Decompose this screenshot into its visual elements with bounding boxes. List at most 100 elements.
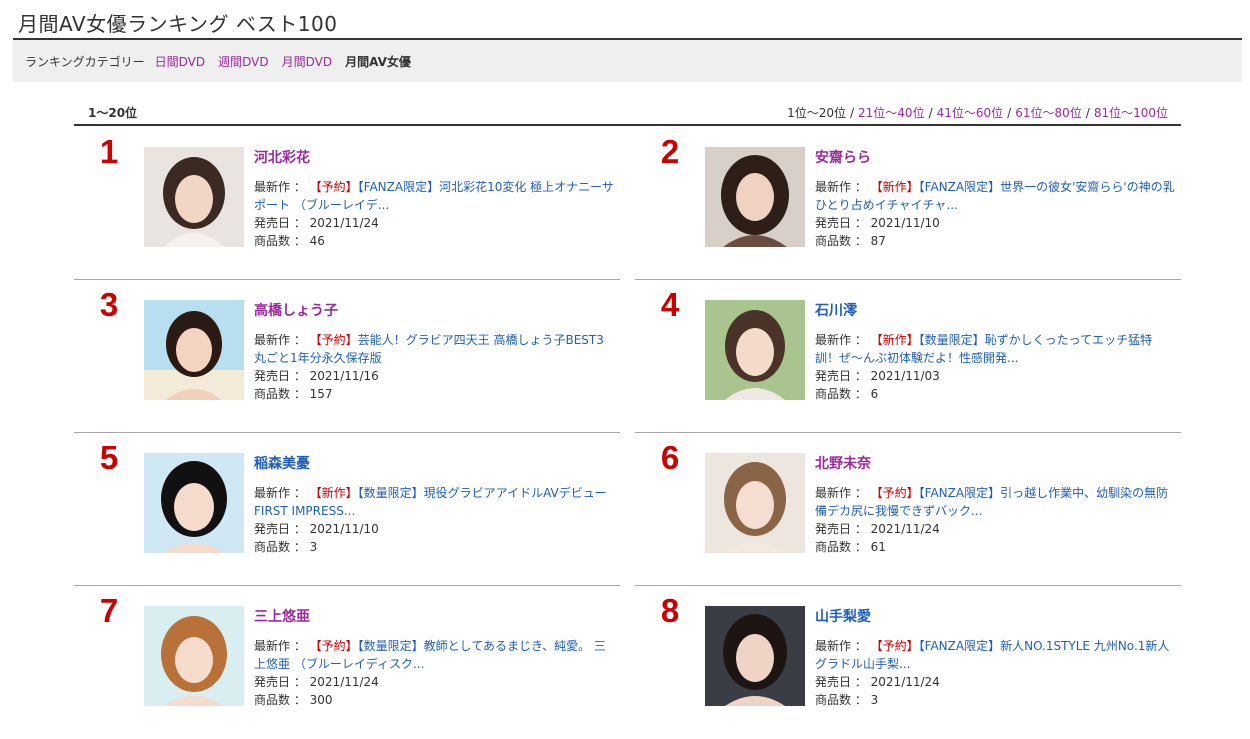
- pager-link-21-40[interactable]: 21位～40位: [858, 106, 925, 120]
- actress-photo[interactable]: [705, 606, 805, 706]
- pager-separator: /: [849, 106, 855, 120]
- pager-separator: /: [1007, 106, 1012, 120]
- item-count-label: 商品数 ：: [254, 693, 306, 707]
- category-current: 月間AV女優: [345, 54, 411, 69]
- release-date: 2021/11/16: [309, 369, 379, 383]
- category-bar: ランキングカテゴリー 日間DVD 週間DVD 月間DVD 月間AV女優: [13, 38, 1242, 82]
- actress-portrait-icon: [705, 147, 805, 247]
- actress-photo[interactable]: [144, 606, 244, 706]
- rank-number: 1: [99, 133, 119, 170]
- actress-name[interactable]: 河北彩花: [254, 149, 614, 167]
- rank-number: 8: [660, 592, 680, 629]
- latest-work-link[interactable]: 【FANZA限定】新人NO.1STYLE 九州No.1新人グラドル山手梨...: [815, 639, 1169, 671]
- latest-label: 最新作 ：: [254, 180, 306, 194]
- status-tag: 【新作】: [309, 486, 358, 500]
- item-count-label: 商品数 ：: [815, 693, 867, 707]
- latest-work-link[interactable]: 芸能人！グラビア四天王 高橋しょう子BEST3丸ごと1年分永久保存版: [254, 333, 604, 365]
- latest-label: 最新作 ：: [254, 486, 306, 500]
- latest-work-link[interactable]: 【FANZA限定】引っ越し作業中、幼馴染の無防備デカ尻に我慢できずバック...: [815, 486, 1168, 518]
- ranking-item: 8 山手梨愛 最新作 ： 【予約】【FANZA限定】新人NO.1STYLE 九州…: [635, 586, 1181, 739]
- pager-link-61-80[interactable]: 61位～80位: [1015, 106, 1082, 120]
- release-date-label: 発売日 ：: [815, 369, 867, 383]
- item-count: 61: [870, 540, 886, 554]
- latest-work-link[interactable]: 【FANZA限定】世界一の彼女'安齋らら'の神の乳ひとり占めイチャイチャ...: [815, 180, 1175, 212]
- actress-portrait-icon: [144, 300, 244, 400]
- actress-photo[interactable]: [705, 300, 805, 400]
- status-tag: 【新作】: [870, 333, 919, 347]
- release-date-label: 発売日 ：: [815, 522, 867, 536]
- latest-label: 最新作 ：: [254, 333, 306, 347]
- category-link-monthly-dvd[interactable]: 月間DVD: [282, 53, 332, 70]
- release-date: 2021/11/03: [870, 369, 940, 383]
- ranking-item: 1 河北彩花 最新作 ： 【予約】【FANZA限定】河北彩花10変化 極上オナニ…: [74, 127, 620, 280]
- range-label: 1～20位: [88, 106, 138, 120]
- category-link-weekly-dvd[interactable]: 週間DVD: [218, 53, 268, 70]
- pager-link-41-60[interactable]: 41位～60位: [937, 106, 1004, 120]
- item-count-label: 商品数 ：: [815, 540, 867, 554]
- actress-portrait-icon: [144, 147, 244, 247]
- ranking-item: 6 北野未奈 最新作 ： 【予約】【FANZA限定】引っ越し作業中、幼馴染の無防…: [635, 433, 1181, 586]
- actress-name[interactable]: 北野未奈: [815, 455, 1175, 473]
- ranking-item: 2 安齋らら 最新作 ： 【新作】【FANZA限定】世界一の彼女'安齋らら'の神…: [635, 127, 1181, 280]
- latest-label: 最新作 ：: [254, 639, 306, 653]
- release-date: 2021/11/10: [309, 522, 379, 536]
- rank-number: 4: [660, 286, 680, 323]
- rank-number: 2: [660, 133, 680, 170]
- actress-name[interactable]: 稲森美憂: [254, 455, 614, 473]
- ranking-item: 7 三上悠亜 最新作 ： 【予約】【数量限定】教師としてあるまじき、純愛。 三上…: [74, 586, 620, 739]
- release-date: 2021/11/24: [870, 522, 940, 536]
- rank-number: 5: [99, 439, 119, 476]
- actress-name[interactable]: 高橋しょう子: [254, 302, 614, 320]
- latest-label: 最新作 ：: [815, 486, 867, 500]
- actress-photo[interactable]: [144, 453, 244, 553]
- actress-photo[interactable]: [705, 453, 805, 553]
- ranking-item: 3 高橋しょう子 最新作 ： 【予約】芸能人！グラビア四天王 高橋しょう子BES…: [74, 280, 620, 433]
- range-header: 1～20位 1位～20位/21位～40位/41位～60位/61位～80位/81位…: [74, 98, 1181, 126]
- pager-current: 1位～20位: [787, 106, 846, 120]
- item-count: 157: [309, 387, 333, 401]
- actress-name[interactable]: 山手梨愛: [815, 608, 1175, 626]
- category-label: ランキングカテゴリー: [25, 54, 145, 69]
- actress-photo[interactable]: [705, 147, 805, 247]
- release-date-label: 発売日 ：: [815, 675, 867, 689]
- rank-number: 3: [99, 286, 119, 323]
- release-date: 2021/11/24: [309, 216, 379, 230]
- ranking-item: 5 稲森美憂 最新作 ： 【新作】【数量限定】現役グラビアアイドルAVデビュー …: [74, 433, 620, 586]
- page-title: 月間AV女優ランキング ベスト100: [18, 12, 338, 36]
- release-date: 2021/11/10: [870, 216, 940, 230]
- status-tag: 【予約】: [309, 180, 358, 194]
- pager-separator: /: [1085, 106, 1090, 120]
- latest-label: 最新作 ：: [815, 180, 867, 194]
- actress-name[interactable]: 安齋らら: [815, 149, 1175, 167]
- item-count: 87: [870, 234, 886, 248]
- pager: 1位～20位/21位～40位/41位～60位/61位～80位/81位～100位: [787, 104, 1168, 121]
- status-tag: 【予約】: [870, 486, 919, 500]
- actress-name[interactable]: 三上悠亜: [254, 608, 614, 626]
- actress-photo[interactable]: [144, 147, 244, 247]
- pager-link-81-100[interactable]: 81位～100位: [1094, 106, 1168, 120]
- actress-portrait-icon: [705, 300, 805, 400]
- status-tag: 【予約】: [309, 639, 358, 653]
- rank-number: 6: [660, 439, 680, 476]
- item-count-label: 商品数 ：: [254, 234, 306, 248]
- item-count-label: 商品数 ：: [254, 387, 306, 401]
- release-date-label: 発売日 ：: [254, 369, 306, 383]
- latest-work-link[interactable]: 【数量限定】教師としてあるまじき、純愛。 三上悠亜 （ブルーレイディスク...: [254, 639, 606, 671]
- item-count: 300: [309, 693, 333, 707]
- actress-photo[interactable]: [144, 300, 244, 400]
- category-link-daily-dvd[interactable]: 日間DVD: [155, 53, 205, 70]
- actress-name[interactable]: 石川澪: [815, 302, 1175, 320]
- latest-work-link[interactable]: 【FANZA限定】河北彩花10変化 極上オナニーサポート （ブルーレイデ...: [254, 180, 614, 212]
- latest-label: 最新作 ：: [815, 639, 867, 653]
- actress-portrait-icon: [705, 606, 805, 706]
- release-date-label: 発売日 ：: [254, 522, 306, 536]
- status-tag: 【新作】: [870, 180, 919, 194]
- rank-number: 7: [99, 592, 119, 629]
- release-date-label: 発売日 ：: [254, 216, 306, 230]
- release-date-label: 発売日 ：: [815, 216, 867, 230]
- release-date: 2021/11/24: [870, 675, 940, 689]
- latest-work-link[interactable]: 【数量限定】現役グラビアアイドルAVデビュー FIRST IMPRESS...: [254, 486, 607, 518]
- item-count: 3: [309, 540, 318, 554]
- item-count-label: 商品数 ：: [815, 387, 867, 401]
- item-count: 3: [870, 693, 879, 707]
